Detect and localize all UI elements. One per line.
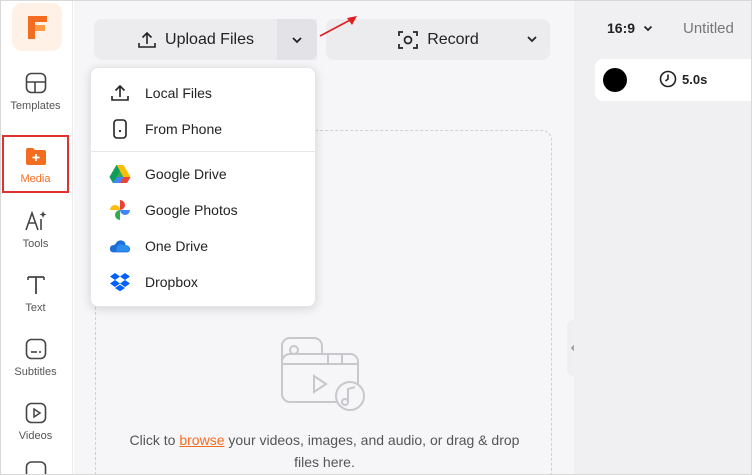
sidebar: Templates Media Tools Text Subtitles Vid…: [0, 0, 73, 475]
sidebar-item-label: Media: [20, 173, 51, 185]
upload-icon: [109, 82, 131, 104]
chevron-down-icon[interactable]: [524, 31, 540, 47]
phone-icon: [109, 118, 131, 140]
menu-item-local-files[interactable]: Local Files: [91, 76, 317, 110]
dropzone-text: Click to: [129, 432, 180, 448]
more-icon: [23, 452, 49, 475]
sidebar-item-label: Text: [25, 302, 46, 314]
menu-divider: [91, 151, 317, 152]
media-folder-icon: [23, 143, 49, 169]
scene-settings-card: 5.0s: [595, 59, 752, 101]
dropzone-instructions: Click to browse your videos, images, and…: [126, 429, 523, 473]
app-logo[interactable]: [12, 3, 62, 51]
sidebar-item-templates[interactable]: Templates: [2, 62, 69, 120]
ai-tools-icon: [23, 208, 49, 234]
upload-source-dropdown: Local Files From Phone Google Drive Goog…: [90, 67, 317, 307]
menu-item-label: One Drive: [145, 238, 209, 254]
sidebar-item-tools[interactable]: Tools: [2, 200, 69, 258]
videos-icon: [23, 400, 49, 426]
templates-icon: [23, 70, 49, 96]
text-icon: [23, 272, 49, 298]
background-color-swatch[interactable]: [603, 68, 627, 92]
upload-icon: [137, 30, 157, 50]
sidebar-item-label: Subtitles: [14, 366, 57, 378]
menu-item-dropbox[interactable]: Dropbox: [91, 265, 317, 299]
menu-item-label: Dropbox: [145, 274, 198, 290]
chevron-down-icon: [291, 36, 303, 44]
project-title[interactable]: Untitled: [683, 20, 734, 37]
sidebar-item-subtitles[interactable]: Subtitles: [2, 328, 69, 386]
menu-item-label: Local Files: [145, 85, 212, 101]
sidebar-item-partial[interactable]: [2, 452, 69, 475]
aspect-ratio-selector[interactable]: 16:9: [607, 20, 653, 36]
chevron-down-icon: [643, 25, 653, 32]
menu-item-label: Google Photos: [145, 202, 238, 218]
upload-files-label: Upload Files: [165, 30, 254, 48]
browse-link[interactable]: browse: [179, 432, 224, 448]
clock-icon: [659, 70, 677, 88]
aspect-ratio-value: 16:9: [607, 20, 636, 36]
media-upload-illustration-icon: [278, 334, 370, 414]
sidebar-item-videos[interactable]: Videos: [2, 392, 69, 450]
menu-item-from-phone[interactable]: From Phone: [91, 112, 317, 146]
dropbox-icon: [109, 271, 131, 293]
menu-item-one-drive[interactable]: One Drive: [91, 229, 317, 263]
upload-options-toggle[interactable]: [277, 19, 317, 60]
sidebar-item-label: Templates: [10, 100, 61, 112]
record-icon: [397, 30, 419, 50]
google-photos-icon: [109, 199, 131, 221]
subtitles-icon: [23, 336, 49, 362]
scene-duration[interactable]: 5.0s: [659, 70, 707, 88]
annotation-arrow-icon: [319, 16, 357, 37]
menu-item-google-photos[interactable]: Google Photos: [91, 193, 317, 227]
menu-item-label: Google Drive: [145, 166, 227, 182]
sidebar-item-media[interactable]: Media: [2, 135, 69, 193]
onedrive-icon: [109, 235, 131, 257]
dropzone-text: your videos, images, and audio, or drag …: [224, 432, 520, 470]
google-drive-icon: [109, 163, 131, 185]
sidebar-item-label: Tools: [22, 238, 49, 250]
menu-item-google-drive[interactable]: Google Drive: [91, 157, 317, 191]
duration-value: 5.0s: [682, 71, 708, 87]
menu-item-label: From Phone: [145, 121, 223, 137]
sidebar-item-label: Videos: [18, 430, 53, 442]
logo-mark-icon: [28, 16, 47, 39]
record-label: Record: [427, 30, 479, 48]
sidebar-item-text[interactable]: Text: [2, 264, 69, 322]
editor-panel: 16:9 Untitled 5.0s: [574, 0, 752, 475]
